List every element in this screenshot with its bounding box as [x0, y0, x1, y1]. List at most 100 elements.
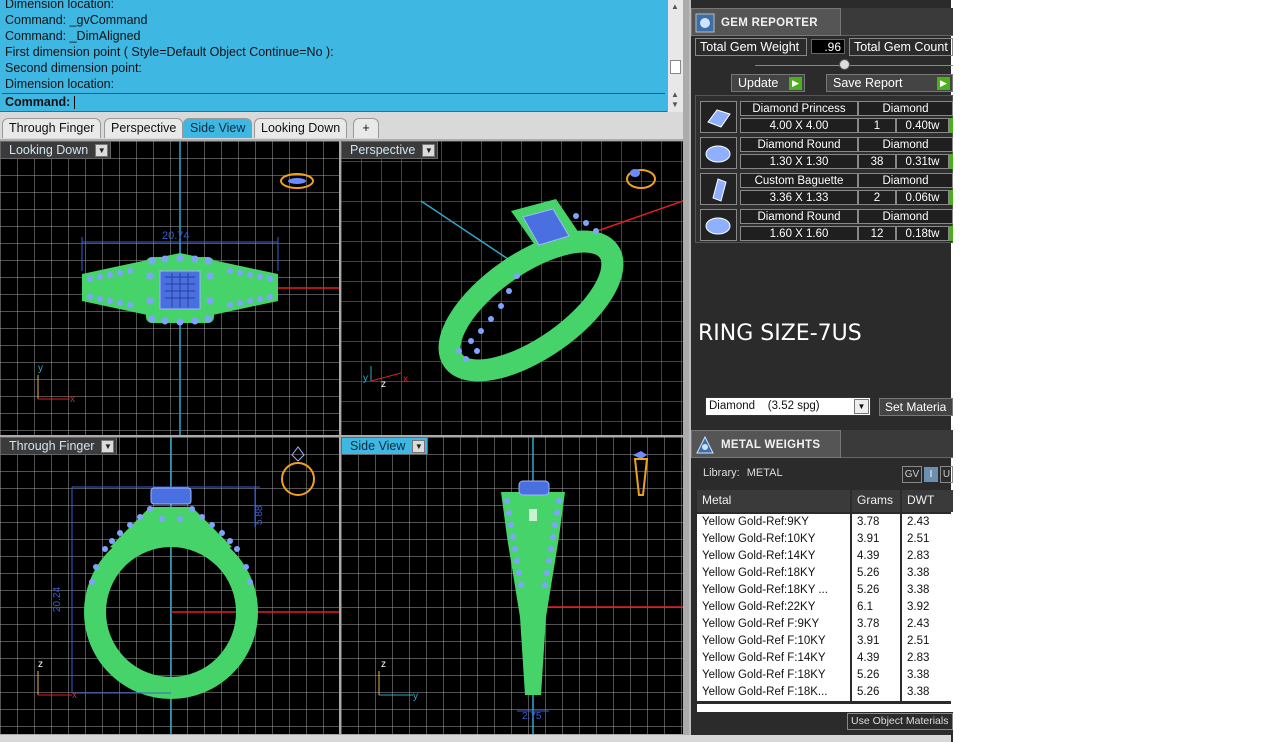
dwt-cell: 2.83 — [902, 548, 953, 565]
metal-weights-header: METAL WEIGHTS — [691, 430, 953, 458]
gem-size: 1.30 X 1.30 — [740, 154, 858, 169]
unit-u-button[interactable]: U — [940, 466, 953, 483]
dwt-cell: 2.51 — [902, 633, 953, 650]
scroll-up-arrow-icon[interactable]: ▲ — [671, 2, 679, 11]
axis-label-z: z — [381, 379, 386, 390]
update-button[interactable]: Update ▶ — [731, 74, 805, 92]
viewport-label-looking-down[interactable]: Looking Down ▼ — [0, 141, 112, 159]
axis-label-z: z — [38, 659, 43, 670]
unit-gv-button[interactable]: GV — [902, 466, 922, 483]
use-object-materials-button[interactable]: Use Object Materials — [847, 713, 953, 730]
add-viewport-tab-button[interactable]: + — [353, 118, 379, 138]
chevron-down-icon[interactable]: ▼ — [854, 399, 869, 414]
history-line: Dimension location: — [5, 77, 115, 91]
table-row[interactable]: Yellow Gold-Ref:18KY 5.26 3.38 — [697, 565, 953, 582]
tab-perspective[interactable]: Perspective — [104, 118, 184, 138]
gem-slider-handle[interactable] — [839, 59, 850, 70]
scroll-up-arrow-icon[interactable]: ▲ — [671, 90, 679, 99]
gem-size: 3.36 X 1.33 — [740, 190, 858, 205]
table-row[interactable]: Yellow Gold-Ref:10KY 3.91 2.51 — [697, 531, 953, 548]
viewport-through-finger[interactable]: 20.24 5.88 z x Through Finger ▼ — [0, 437, 339, 734]
dwt-cell: 3.92 — [902, 599, 953, 616]
tab-side-view[interactable]: Side View — [183, 118, 253, 138]
set-material-button[interactable]: Set Materia — [879, 398, 953, 416]
gem-row[interactable]: Diamond Round Diamond 1.60 X 1.60 12 0.1… — [700, 209, 953, 243]
perspective-drawing: y z x — [363, 169, 683, 390]
metal-name-cell: Yellow Gold-Ref F:10KY — [697, 633, 850, 650]
grams-cell: 3.91 — [852, 531, 900, 548]
gem-count: 12 — [858, 226, 896, 241]
scrollbar-thumb[interactable] — [670, 60, 681, 74]
table-row-partial — [697, 704, 953, 712]
viewport-label-perspective[interactable]: Perspective ▼ — [341, 141, 439, 159]
gem-row[interactable]: Custom Baguette Diamond 3.36 X 1.33 2 0.… — [700, 173, 953, 207]
metal-name-cell: Yellow Gold-Ref F:18KY — [697, 667, 850, 684]
table-row[interactable]: Yellow Gold-Ref F:14KY 4.39 2.83 — [697, 650, 953, 667]
command-prompt[interactable]: Command: — [2, 93, 665, 111]
gem-row[interactable]: Diamond Round Diamond 1.30 X 1.30 38 0.3… — [700, 137, 953, 171]
dwt-cell: 3.38 — [902, 565, 953, 582]
gem-name: Custom Baguette — [740, 173, 858, 188]
command-scrollbar[interactable]: ▲ ▲ ▼ — [667, 0, 683, 112]
tab-through-finger[interactable]: Through Finger — [2, 118, 102, 138]
gem-weight: 0.31tw — [896, 154, 949, 169]
tab-looking-down[interactable]: Looking Down — [254, 118, 348, 138]
viewport-side-view[interactable]: 2.75 z y Side View ▼ — [341, 437, 683, 734]
viewport-perspective[interactable]: y z x Perspective ▼ — [341, 141, 683, 435]
gem-size: 1.60 X 1.60 — [740, 226, 858, 241]
grams-cell: 5.26 — [852, 667, 900, 684]
table-row[interactable]: Yellow Gold-Ref:14KY 4.39 2.83 — [697, 548, 953, 565]
viewport-label-through-finger[interactable]: Through Finger ▼ — [0, 437, 118, 455]
table-row[interactable]: Yellow Gold-Ref F:18K... 5.26 3.38 — [697, 684, 953, 701]
chevron-down-icon[interactable]: ▼ — [422, 144, 436, 157]
gem-status-indicator — [949, 118, 953, 133]
history-line: Dimension location: — [5, 0, 115, 11]
column-header-dwt[interactable]: DWT — [902, 490, 953, 512]
gem-princess-icon — [700, 101, 737, 133]
library-label: Library: — [703, 467, 740, 479]
dimension-label: 2.75 — [522, 711, 542, 722]
history-line: Command: _DimAligned — [5, 29, 141, 43]
grams-cell: 3.91 — [852, 633, 900, 650]
chevron-down-icon[interactable]: ▼ — [95, 144, 109, 157]
gem-weight: 0.06tw — [896, 190, 949, 205]
column-header-grams[interactable]: Grams — [852, 490, 900, 512]
table-header: Metal Grams DWT — [697, 490, 953, 512]
table-row[interactable]: Yellow Gold-Ref F:18KY 5.26 3.38 — [697, 667, 953, 684]
play-arrow-icon: ▶ — [789, 77, 802, 90]
table-row[interactable]: Yellow Gold-Ref:9KY 3.78 2.43 — [697, 514, 953, 531]
table-row[interactable]: Yellow Gold-Ref:18KY ... 5.26 3.38 — [697, 582, 953, 599]
chevron-down-icon[interactable]: ▼ — [101, 440, 115, 453]
gem-totals-row: Total Gem Weight .96 Total Gem Count — [695, 38, 953, 56]
grams-cell: 5.26 — [852, 582, 900, 599]
gem-slider-track[interactable] — [755, 65, 953, 66]
viewport-label-side-view[interactable]: Side View ▼ — [341, 437, 429, 455]
dwt-cell: 2.83 — [902, 650, 953, 667]
save-report-button[interactable]: Save Report ▶ — [826, 74, 953, 92]
table-row[interactable]: Yellow Gold-Ref F:9KY 3.78 2.43 — [697, 616, 953, 633]
viewport-label-text: Side View — [350, 439, 406, 453]
gem-round-icon — [700, 209, 737, 241]
material-select[interactable]: Diamond (3.52 spg) ▼ — [705, 397, 871, 416]
gem-list: Diamond Princess Diamond 4.00 X 4.00 1 0… — [695, 95, 953, 243]
gem-row[interactable]: Diamond Princess Diamond 4.00 X 4.00 1 0… — [700, 101, 953, 135]
viewport-looking-down[interactable]: 20.74 y x Looking Down ▼ — [0, 141, 339, 435]
history-line: Command: _gvCommand — [5, 13, 148, 27]
table-row[interactable]: Yellow Gold-Ref F:10KY 3.91 2.51 — [697, 633, 953, 650]
gem-name: Diamond Round — [740, 137, 858, 152]
gem-status-indicator — [949, 190, 953, 205]
column-header-metal[interactable]: Metal — [697, 490, 850, 512]
material-select-value: Diamond (3.52 spg) — [709, 400, 820, 412]
through-finger-drawing: 20.24 5.88 z x — [37, 437, 339, 734]
metal-weights-icon — [696, 435, 714, 454]
unit-i-button[interactable]: I — [924, 467, 938, 482]
scroll-down-arrow-icon[interactable]: ▼ — [671, 100, 679, 109]
gem-status-indicator — [949, 154, 953, 169]
total-gem-count-label: Total Gem Count — [849, 38, 953, 56]
command-history: Dimension location: Command: _gvCommand … — [5, 0, 660, 92]
dwt-cell: 2.51 — [902, 531, 953, 548]
metal-name-cell: Yellow Gold-Ref:9KY — [697, 514, 850, 531]
dimension-label: 20.74 — [162, 230, 190, 242]
table-row[interactable]: Yellow Gold-Ref:22KY 6.1 3.92 — [697, 599, 953, 616]
chevron-down-icon[interactable]: ▼ — [412, 440, 426, 453]
